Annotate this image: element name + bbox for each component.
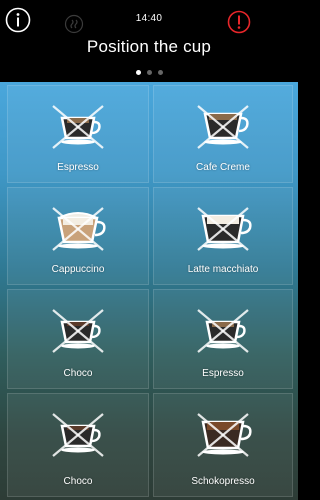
product-tile-choco[interactable]: Choco <box>7 289 149 389</box>
clock-time: 14:40 <box>135 13 163 24</box>
alert-icon[interactable] <box>227 10 251 34</box>
choco-cup-icon <box>52 309 104 353</box>
product-tile-espresso-2[interactable]: Espresso <box>153 289 293 389</box>
cafe-creme-cup-icon <box>197 105 249 149</box>
product-label: Choco <box>63 476 93 487</box>
product-tile-espresso[interactable]: Espresso <box>7 85 149 183</box>
schokopresso-cup-icon <box>197 413 252 457</box>
page-dot-1[interactable] <box>135 70 141 75</box>
product-tile-cafe-creme[interactable]: Cafe Creme <box>153 85 293 183</box>
product-label: Choco <box>63 368 93 379</box>
position-cup-prompt: Position the cup <box>86 37 212 56</box>
product-tile-cappuccino[interactable]: Cappuccino <box>7 187 149 285</box>
page-indicator <box>0 70 298 75</box>
product-label: Schokopresso <box>191 476 255 487</box>
product-grid: Espresso Cafe Creme Cappuccino Latte mac… <box>0 82 298 500</box>
product-label: Espresso <box>57 162 99 173</box>
product-label: Espresso <box>202 368 244 379</box>
product-tile-choco-2[interactable]: Choco <box>7 393 149 497</box>
product-tile-schokopresso[interactable]: Schokopresso <box>153 393 293 497</box>
status-bar: 14:40 Position the cup <box>0 0 298 82</box>
page-dot-2[interactable] <box>146 70 152 75</box>
product-label: Cafe Creme <box>196 162 250 173</box>
choco-cup-icon <box>52 413 104 457</box>
page-dot-3[interactable] <box>157 70 163 75</box>
product-label: Latte macchiato <box>187 264 259 275</box>
latte-macchiato-glass-icon <box>197 207 252 251</box>
espresso-cup-icon <box>197 309 249 353</box>
product-tile-latte-macchiato[interactable]: Latte macchiato <box>153 187 293 285</box>
cappuccino-cup-icon <box>52 207 106 251</box>
product-label: Cappuccino <box>51 264 105 275</box>
espresso-cup-icon <box>52 105 104 149</box>
